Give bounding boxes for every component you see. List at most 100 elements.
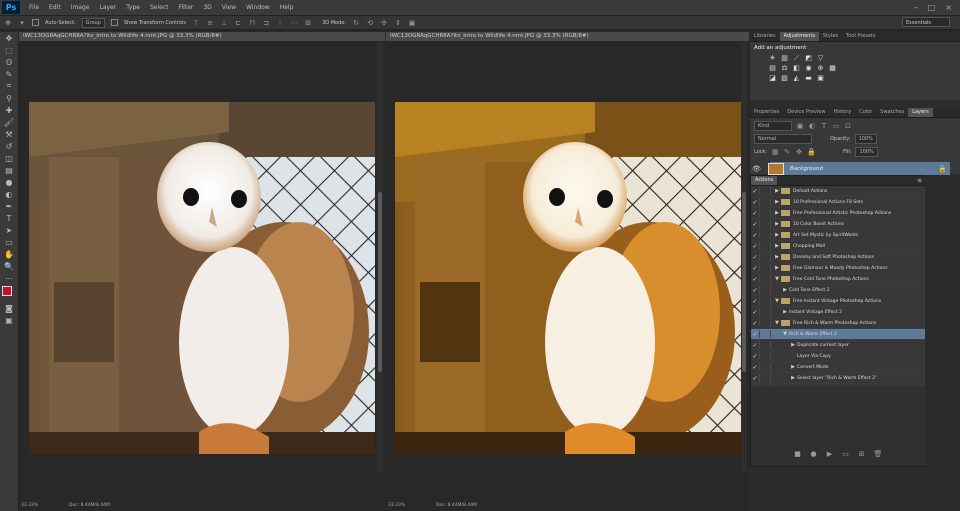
action-dialog-toggle[interactable] [759,286,771,294]
disclosure-triangle-icon[interactable]: ▼ [781,331,789,337]
gradient-map-icon[interactable]: ▬ [804,74,813,82]
auto-select-dropdown[interactable]: Group [81,17,105,28]
action-dialog-toggle[interactable] [759,352,771,360]
vertical-scrollbar[interactable] [377,42,383,472]
filter-smart-icon[interactable]: ⊡ [844,122,852,130]
action-toggle-checkbox[interactable]: ✓ [751,309,759,316]
quick-select-tool-icon[interactable]: ✎ [0,68,18,80]
action-item[interactable]: ✓ ▶ Duplicate current layer [751,340,926,351]
menu-item-edit[interactable]: Edit [44,4,66,11]
action-item[interactable]: ✓ ▼ Rich & Warm Effect 2 [751,329,926,340]
3d-roll-icon[interactable]: ⟲ [366,19,374,27]
invert-icon[interactable]: ◪ [768,74,777,82]
show-transform-checkbox[interactable] [110,19,118,26]
menu-item-type[interactable]: Type [121,4,145,11]
action-toggle-checkbox[interactable]: ✓ [751,287,759,294]
tab-device-preview[interactable]: Device Preview [783,108,829,117]
distribute-icon[interactable]: ⋮ [276,19,284,27]
action-toggle-checkbox[interactable]: ✓ [751,254,759,261]
action-item[interactable]: ✓ ▶ 10 Professional Actions F8 Sets [751,197,926,208]
align-right-icon[interactable]: ⊐ [262,19,270,27]
action-toggle-checkbox[interactable]: ✓ [751,199,759,206]
color-balance-icon[interactable]: ⚖ [780,64,789,72]
lock-all-icon[interactable]: 🔒 [807,148,816,156]
action-toggle-checkbox[interactable]: ✓ [751,232,759,239]
menu-item-help[interactable]: Help [275,4,299,11]
lock-paint-icon[interactable]: ✎ [783,148,791,156]
lock-position-icon[interactable]: ✥ [795,148,803,156]
channel-mixer-icon[interactable]: ⊕ [816,64,825,72]
tab-tool-presets[interactable]: Tool Presets [842,32,880,41]
healing-tool-icon[interactable]: ✚ [0,104,18,116]
actions-panel-title[interactable]: Actions [751,176,778,185]
disclosure-triangle-icon[interactable]: ▶ [773,254,781,260]
action-dialog-toggle[interactable] [759,308,771,316]
action-item[interactable]: ✓ ▶ Default Actions [751,186,926,197]
action-dialog-toggle[interactable] [759,297,771,305]
record-icon[interactable]: ● [810,450,818,458]
action-dialog-toggle[interactable] [759,341,771,349]
tab-libraries[interactable]: Libraries [750,32,780,41]
disclosure-triangle-icon[interactable]: ▶ [773,188,781,194]
menu-item-select[interactable]: Select [145,4,174,11]
action-dialog-toggle[interactable] [759,385,771,386]
move-tool-icon[interactable]: ✥ [0,32,18,44]
disclosure-triangle-icon[interactable]: ▼ [773,320,781,326]
disclosure-triangle-icon[interactable]: ▶ [773,243,781,249]
hand-tool-icon[interactable]: ✋ [0,248,18,260]
action-item[interactable]: ✓ ▶ Free Glamour & Moody Photoshop Actions [751,263,926,274]
action-dialog-toggle[interactable] [759,187,771,195]
close-button[interactable]: × [945,3,952,12]
disclosure-triangle-icon[interactable]: ▶ [789,375,797,381]
foreground-color-swatch[interactable] [2,286,12,296]
3d-scale-icon[interactable]: ▣ [408,19,416,27]
history-brush-icon[interactable]: ↺ [0,140,18,152]
document-tab[interactable]: IWC13OGRAqGCHR8A?ito_Intro to Wildlife 4… [19,32,385,41]
action-dialog-toggle[interactable] [759,209,771,217]
3d-rotate-icon[interactable]: ↻ [352,19,360,27]
auto-align-icon[interactable]: ⊞ [304,19,312,27]
tab-color[interactable]: Color [855,108,876,117]
action-item[interactable]: ✓ ▶ Chopping Mall [751,241,926,252]
action-toggle-checkbox[interactable]: ✓ [751,320,759,327]
fill-input[interactable]: 100% [855,147,878,157]
exposure-icon[interactable]: ◩ [804,54,813,62]
quick-mask-icon[interactable]: ◙ [0,302,18,314]
brush-tool-icon[interactable]: 🖌 [0,116,18,128]
disclosure-triangle-icon[interactable]: ▶ [773,221,781,227]
action-item[interactable]: ✓ Layer Via Copy [751,351,926,362]
delete-icon[interactable]: 🗑 [874,450,883,458]
panel-menu-icon[interactable]: ≡ [917,177,922,184]
stop-icon[interactable]: ■ [794,450,802,458]
edit-toolbar-icon[interactable]: ⋯ [0,272,18,284]
black-white-icon[interactable]: ◧ [792,64,801,72]
action-item[interactable]: ✓ ▶ Art Set Mystic by SpiritWorks [751,230,926,241]
lasso-tool-icon[interactable]: ʘ [0,56,18,68]
disclosure-triangle-icon[interactable]: ▶ [781,309,789,315]
layer-kind-filter[interactable]: Kind [754,121,792,131]
eyedropper-tool-icon[interactable]: ⚲ [0,92,18,104]
play-icon[interactable]: ▶ [826,450,834,458]
action-dialog-toggle[interactable] [759,231,771,239]
menu-item-window[interactable]: Window [241,4,275,11]
color-lookup-icon[interactable]: ▦ [828,64,837,72]
action-toggle-checkbox[interactable]: ✓ [751,331,759,338]
new-action-icon[interactable]: ⊞ [858,450,866,458]
image-canvas-original[interactable] [29,102,375,454]
action-toggle-checkbox[interactable]: ✓ [751,276,759,283]
action-item[interactable]: ✓ ▶ Free Professional Artistic Photoshop A… [751,208,926,219]
action-dialog-toggle[interactable] [759,264,771,272]
filter-type-icon[interactable]: T [820,122,828,130]
3d-pan-icon[interactable]: ✣ [380,19,388,27]
layer-visibility-eye-icon[interactable]: 👁 [752,165,761,173]
tab-adjustments[interactable]: Adjustments [779,32,819,41]
workspace-switcher[interactable]: Essentials [902,17,950,27]
image-canvas-edited[interactable] [395,102,741,454]
action-item[interactable]: ✓ ▶ Dreamy and Soft Photoshop Actions [751,252,926,263]
action-dialog-toggle[interactable] [759,363,771,371]
action-toggle-checkbox[interactable]: ✓ [751,188,759,195]
menu-item-layer[interactable]: Layer [94,4,121,11]
scrollbar-thumb[interactable] [742,192,746,372]
action-toggle-checkbox[interactable]: ✓ [751,386,759,387]
zoom-tool-icon[interactable]: 🔍 [0,260,18,272]
